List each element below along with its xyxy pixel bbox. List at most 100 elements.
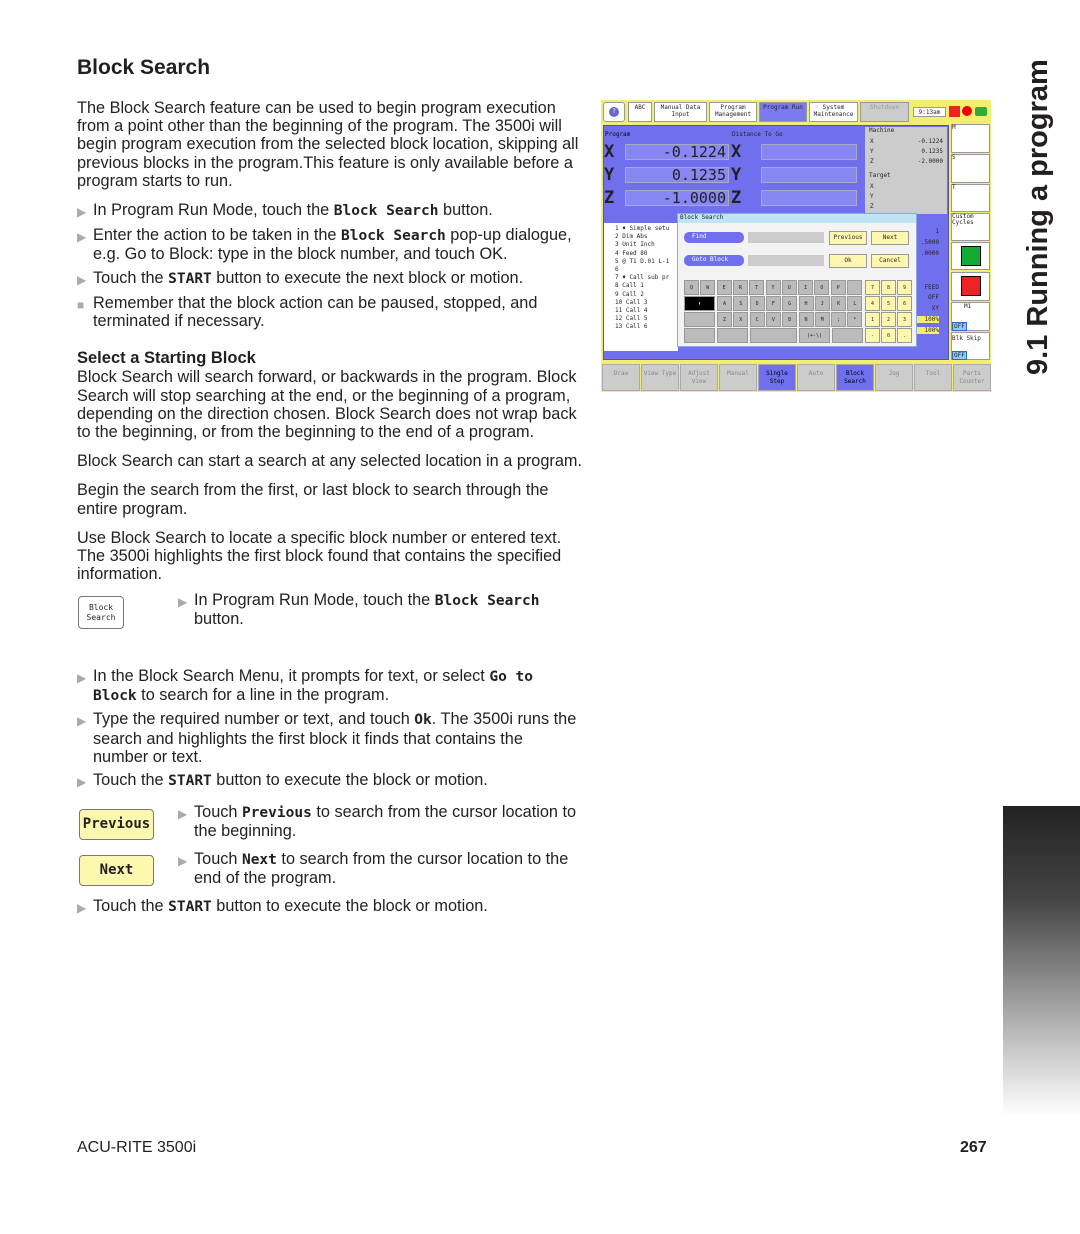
softkey: Jog bbox=[875, 364, 913, 391]
program-line: 5 @ T1 D.01 L-1 bbox=[615, 257, 670, 265]
numpad-key: 7 bbox=[865, 280, 880, 295]
intro-paragraph: The Block Search feature can be used to … bbox=[77, 99, 579, 190]
m1-off: OFF bbox=[952, 322, 967, 331]
status-value: 100% bbox=[917, 327, 939, 334]
key: M bbox=[814, 312, 830, 327]
program-line: 7 ♦ Call sub pr bbox=[615, 274, 670, 282]
target-axis: Z bbox=[870, 203, 874, 210]
program-label: Program bbox=[605, 131, 631, 138]
key: I bbox=[798, 280, 814, 295]
numpad-key: 4 bbox=[865, 296, 880, 311]
step-item: ▶ Touch the START button to execute the b… bbox=[77, 771, 582, 791]
numpad-key: 8 bbox=[881, 280, 896, 295]
status-value: 100% bbox=[917, 316, 939, 323]
top-tab: Shutdown bbox=[860, 102, 909, 122]
triangle-bullet-icon: ▶ bbox=[77, 714, 87, 729]
key: D bbox=[749, 296, 765, 311]
triangle-bullet-icon: ▶ bbox=[178, 807, 188, 821]
status-value: .5000 bbox=[920, 239, 939, 246]
symbols-key bbox=[684, 312, 715, 327]
machine-value: 0.1235 bbox=[921, 148, 943, 155]
footer-product: ACU-RITE 3500i bbox=[77, 1139, 197, 1156]
step-item: ▶ Touch the START button to execute the n… bbox=[77, 269, 582, 289]
page-number: 267 bbox=[960, 1139, 987, 1156]
softkey: Tool bbox=[914, 364, 952, 391]
help-icon: ? bbox=[603, 102, 625, 122]
key: E bbox=[716, 280, 732, 295]
chapter-title: 9.1 Running a program bbox=[1022, 59, 1054, 375]
step-item: ▶ In the Block Search Menu, it prompts fo… bbox=[77, 667, 534, 705]
blk-skip-off: OFF bbox=[952, 351, 967, 360]
dtg-value bbox=[761, 144, 857, 160]
status-value: 1 bbox=[935, 228, 939, 235]
delete-key bbox=[717, 328, 748, 343]
axis-value: -1.0000 bbox=[625, 190, 729, 206]
find-radio: Find bbox=[684, 232, 744, 243]
target-box bbox=[865, 175, 947, 214]
previous-button-image: Previous bbox=[79, 809, 154, 840]
softkey: Single Step bbox=[758, 364, 796, 391]
triangle-bullet-icon: ▶ bbox=[77, 272, 87, 287]
paragraph: Block Search will search forward, or bac… bbox=[77, 368, 577, 442]
key: Q bbox=[684, 280, 699, 295]
key: J bbox=[814, 296, 830, 311]
key: V bbox=[765, 312, 781, 327]
program-line: 13 Call 6 bbox=[615, 323, 648, 331]
softkey: Manual bbox=[719, 364, 757, 391]
triangle-bullet-icon: ▶ bbox=[77, 671, 87, 685]
axis-value: -0.1224 bbox=[625, 144, 729, 160]
numpad-key: 3 bbox=[897, 312, 912, 327]
page-title: Block Search bbox=[77, 56, 211, 79]
machine-value: -0.1224 bbox=[917, 138, 943, 145]
key: Z bbox=[717, 312, 732, 327]
program-line: 9 Call 2 bbox=[615, 290, 644, 298]
step-item: ▶ Touch Previous to search from the curso… bbox=[178, 803, 577, 841]
dtg-axis-label: Y bbox=[731, 165, 742, 185]
dtg-value bbox=[761, 167, 857, 183]
next-button-image: Next bbox=[79, 855, 154, 886]
cancel-button: Cancel bbox=[871, 254, 909, 268]
axis-label: Y bbox=[604, 165, 615, 185]
softkey: Adjust View bbox=[680, 364, 718, 391]
key: S bbox=[733, 296, 749, 311]
numpad-key: . bbox=[897, 328, 912, 343]
chapter-tab bbox=[1003, 806, 1080, 1116]
top-tab: ABC bbox=[628, 102, 652, 122]
status-value: FEED bbox=[924, 284, 939, 291]
axis-label: X bbox=[604, 142, 615, 162]
enter-key bbox=[832, 328, 863, 343]
numpad-key: 9 bbox=[897, 280, 912, 295]
triangle-bullet-icon: ▶ bbox=[77, 230, 87, 245]
triangle-bullet-icon: ▶ bbox=[77, 901, 87, 915]
step-item: ▶ Touch the START button to execute the b… bbox=[77, 897, 582, 917]
status-value: .0000 bbox=[920, 250, 939, 257]
custom-cycle-red-icon bbox=[961, 276, 981, 296]
key: U bbox=[781, 280, 797, 295]
dtg-label: Distance To Go bbox=[732, 131, 783, 138]
unlock-icon bbox=[975, 107, 987, 116]
side-label: S bbox=[952, 154, 956, 161]
program-line: 2 Dim Abs bbox=[615, 233, 648, 241]
record-icon bbox=[962, 106, 972, 116]
softkey: Auto bbox=[797, 364, 835, 391]
target-axis: X bbox=[870, 183, 874, 190]
top-tab: Manual Data Input bbox=[654, 102, 707, 122]
paragraph: Block Search can start a search at any s… bbox=[77, 452, 582, 471]
dtg-value bbox=[761, 190, 857, 206]
machine-axis: Y bbox=[870, 148, 874, 155]
step-item: ▶ Enter the action to be taken in the Blo… bbox=[77, 226, 572, 264]
m1-label: M1 bbox=[964, 303, 972, 310]
top-tab: Program Run bbox=[759, 102, 807, 122]
step-item: ▶ In Program Run Mode, touch the Block Se… bbox=[178, 591, 540, 629]
goto-block-radio: Goto Block bbox=[684, 255, 744, 266]
block-search-button-image: Block Search bbox=[78, 596, 124, 629]
target-axis: Y bbox=[870, 193, 874, 200]
triangle-bullet-icon: ▶ bbox=[77, 775, 87, 790]
key: G bbox=[782, 296, 798, 311]
key: L bbox=[847, 296, 863, 311]
program-line: 4 Feed 80 bbox=[615, 249, 648, 257]
program-line: 8 Call 1 bbox=[615, 282, 644, 290]
program-line: 11 Call 4 bbox=[615, 307, 648, 314]
key: O bbox=[814, 280, 830, 295]
square-bullet-icon: ■ bbox=[77, 297, 85, 312]
